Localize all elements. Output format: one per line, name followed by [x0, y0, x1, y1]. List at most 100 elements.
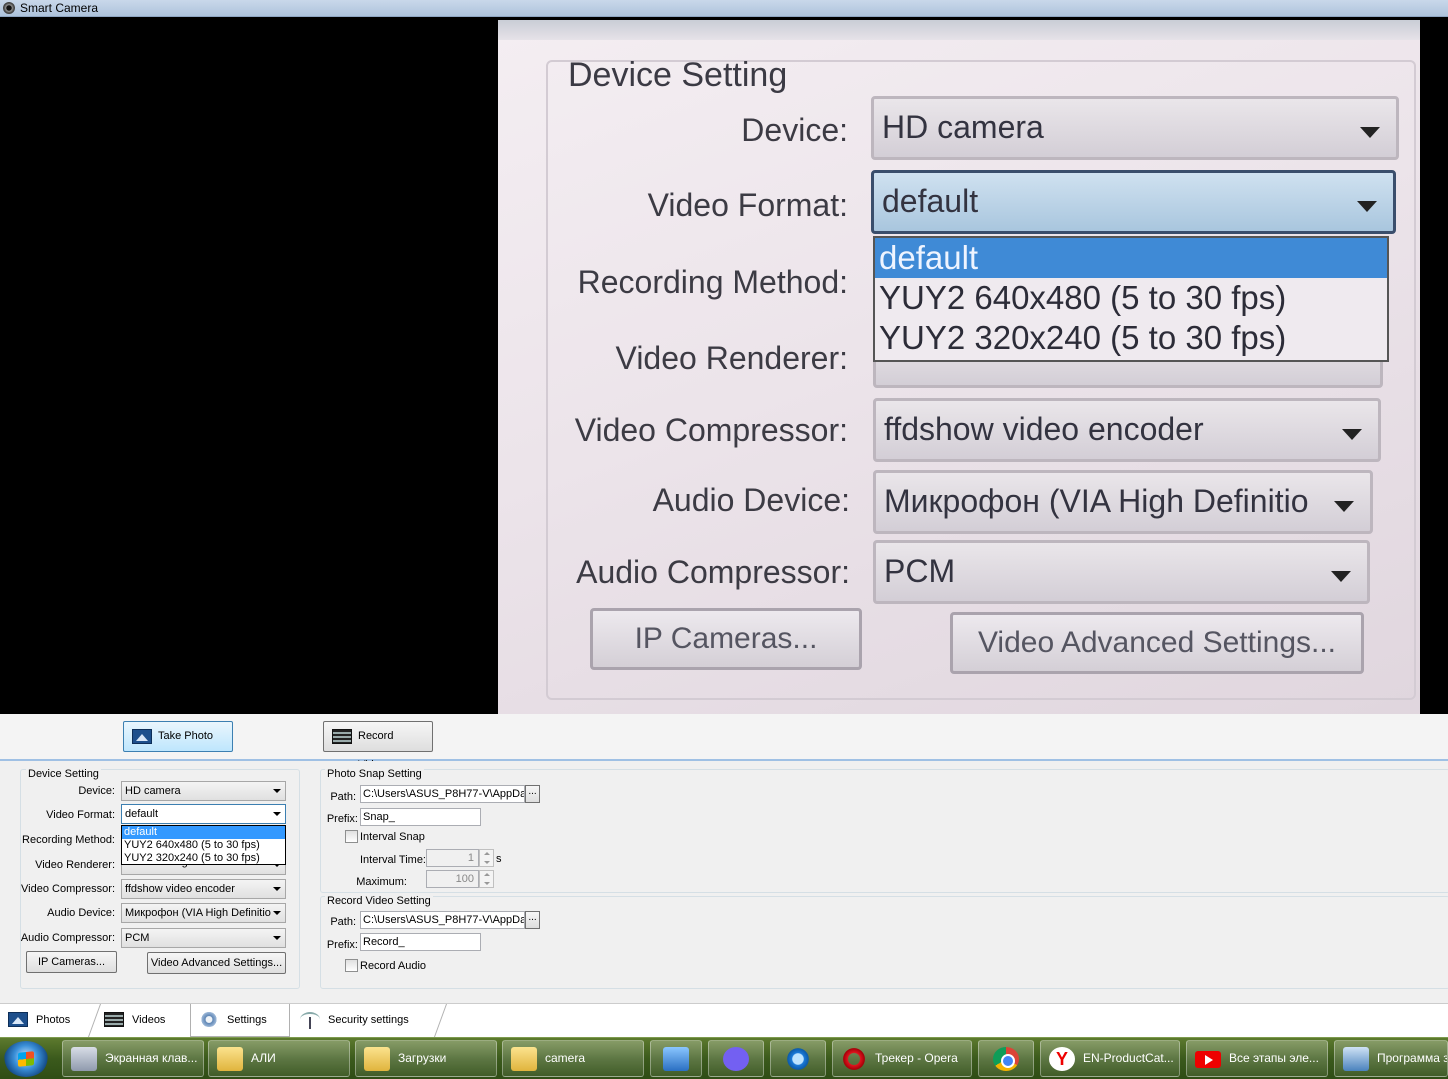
tab-settings[interactable]: Settings — [190, 1004, 290, 1037]
photo-icon — [8, 1012, 28, 1027]
chevron-down-icon — [273, 936, 281, 940]
chrome-icon — [993, 1047, 1019, 1071]
device-setting-title: Device Setting — [26, 768, 101, 780]
yandex-icon: Y — [1049, 1047, 1075, 1071]
settings-panel: Device Setting Device: HD camera Video F… — [0, 761, 1448, 1003]
interval-time-spinner[interactable] — [479, 849, 494, 867]
audio-device-label: Audio Device: — [47, 907, 115, 919]
taskbar-item-youtube[interactable]: Все этапы эле... — [1186, 1040, 1328, 1077]
audio-compressor-select[interactable]: PCM — [121, 928, 286, 948]
record-path-browse-button[interactable]: ... — [525, 911, 540, 929]
taskbar-item-viber[interactable] — [708, 1040, 764, 1077]
capture-toolbar: Take Photo Record Video — [0, 714, 1448, 771]
video-format-dropdown[interactable]: default YUY2 640x480 (5 to 30 fps) YUY2 … — [121, 825, 286, 865]
audio-compressor-label: Audio Compressor: — [20, 932, 115, 944]
photo-path-browse-button[interactable]: ... — [525, 785, 540, 803]
tab-photos[interactable]: Photos — [0, 1004, 92, 1037]
folder-icon — [364, 1047, 390, 1071]
device-label: Device: — [78, 785, 115, 797]
folder-icon — [217, 1047, 243, 1071]
record-audio-label: Record Audio — [360, 960, 427, 972]
keyboard-icon — [71, 1047, 97, 1071]
program-icon — [1343, 1047, 1369, 1071]
viber-icon — [723, 1047, 749, 1071]
folder-icon — [511, 1047, 537, 1071]
photo-prefix-label: Prefix: — [326, 813, 358, 825]
media-player-icon — [663, 1047, 689, 1071]
opera-icon — [841, 1047, 867, 1071]
preview-audio-device-combo: Микрофон (VIA High Definitio — [873, 470, 1373, 534]
audio-device-select[interactable]: Микрофон (VIA High Definitio — [121, 903, 286, 923]
tab-videos[interactable]: Videos — [96, 1004, 188, 1037]
maximum-spinner[interactable] — [479, 870, 494, 888]
interval-time-input[interactable]: 1 — [426, 849, 479, 867]
video-compressor-select[interactable]: ffdshow video encoder — [121, 879, 286, 899]
video-format-option[interactable]: YUY2 640x480 (5 to 30 fps) — [122, 839, 285, 852]
preview-image: Device Setting Device: HD camera Video F… — [498, 20, 1420, 714]
record-video-button[interactable]: Record Video — [323, 721, 433, 771]
preview-audio-device-label: Audio Device: — [652, 482, 850, 518]
preview-recording-method-label: Recording Method: — [577, 264, 848, 300]
taskbar-item-opera[interactable]: Трекер - Opera — [832, 1040, 972, 1077]
taskbar-item-ali-folder[interactable]: АЛИ — [208, 1040, 350, 1077]
chevron-down-icon — [273, 887, 281, 891]
preview-audio-compressor-label: Audio Compressor: — [576, 554, 850, 590]
internet-explorer-icon — [785, 1047, 811, 1071]
youtube-icon — [1195, 1051, 1221, 1068]
camera-app-icon — [3, 2, 15, 14]
windows-logo-icon — [18, 1051, 34, 1067]
record-video-title: Record Video Setting — [325, 895, 433, 907]
window-title: Smart Camera — [20, 1, 99, 15]
interval-unit-label: s — [496, 853, 502, 865]
tab-security-settings[interactable]: Security settings — [292, 1004, 432, 1037]
video-format-label: Video Format: — [46, 809, 115, 821]
take-photo-button[interactable]: Take Photo — [123, 721, 233, 752]
taskbar-item-downloads-folder[interactable]: Загрузки — [355, 1040, 497, 1077]
preview-audio-compressor-combo: PCM — [873, 540, 1370, 604]
film-icon — [104, 1012, 124, 1027]
preview-video-format-combo: default — [871, 170, 1396, 234]
preview-format-option: YUY2 640x480 (5 to 30 fps) — [879, 279, 1287, 316]
chevron-down-icon — [273, 812, 281, 816]
photo-prefix-input[interactable]: Snap_ — [360, 808, 481, 826]
chevron-down-icon — [273, 911, 281, 915]
antenna-icon — [300, 1012, 320, 1029]
device-select[interactable]: HD camera — [121, 781, 286, 801]
preview-ip-cameras-button: IP Cameras... — [590, 608, 862, 670]
taskbar-item-onscreen-keyboard[interactable]: Экранная клав... — [62, 1040, 204, 1077]
taskbar-item-program[interactable]: Программа з — [1334, 1040, 1448, 1077]
interval-snap-checkbox[interactable] — [345, 830, 358, 843]
interval-time-label: Interval Time: — [359, 854, 426, 866]
video-advanced-settings-button[interactable]: Video Advanced Settings... — [147, 952, 286, 974]
maximum-label: Maximum: — [356, 876, 407, 888]
photo-path-input[interactable]: C:\Users\ASUS_P8H77-V\AppData — [360, 785, 525, 803]
preview-format-dropdown: default YUY2 640x480 (5 to 30 fps) YUY2 … — [873, 236, 1389, 362]
preview-video-renderer-label: Video Renderer: — [615, 340, 848, 376]
preview-video-advanced-button: Video Advanced Settings... — [950, 612, 1364, 674]
preview-format-option: YUY2 320x240 (5 to 30 fps) — [879, 319, 1287, 356]
record-audio-checkbox[interactable] — [345, 959, 358, 972]
start-button[interactable] — [4, 1041, 48, 1077]
video-format-option[interactable]: YUY2 320x240 (5 to 30 fps) — [122, 852, 285, 865]
taskbar: Экранная клав... АЛИ Загрузки camera Тре… — [0, 1037, 1448, 1079]
recording-method-label: Recording Method: — [22, 834, 115, 846]
record-path-label: Path: — [330, 916, 356, 928]
video-compressor-label: Video Compressor: — [21, 883, 115, 895]
taskbar-item-internet-explorer[interactable] — [770, 1040, 826, 1077]
chevron-down-icon — [273, 789, 281, 793]
interval-snap-label: Interval Snap — [360, 831, 425, 843]
preview-device-label: Device: — [741, 112, 848, 148]
record-video-group — [320, 896, 1448, 989]
ip-cameras-button[interactable]: IP Cameras... — [26, 951, 117, 973]
maximum-input[interactable]: 100 — [426, 870, 479, 888]
video-format-option[interactable]: default — [122, 826, 285, 839]
taskbar-item-yandex[interactable]: Y EN-ProductCat... — [1040, 1040, 1180, 1077]
taskbar-item-camera-folder[interactable]: camera — [502, 1040, 644, 1077]
video-format-select[interactable]: default — [121, 804, 286, 824]
preview-video-compressor-label: Video Compressor: — [574, 412, 848, 448]
taskbar-item-media-player[interactable] — [650, 1040, 702, 1077]
record-path-input[interactable]: C:\Users\ASUS_P8H77-V\AppData — [360, 911, 525, 929]
taskbar-item-chrome[interactable] — [978, 1040, 1034, 1077]
record-prefix-input[interactable]: Record_ — [360, 933, 481, 951]
preview-video-format-label: Video Format: — [647, 187, 848, 223]
